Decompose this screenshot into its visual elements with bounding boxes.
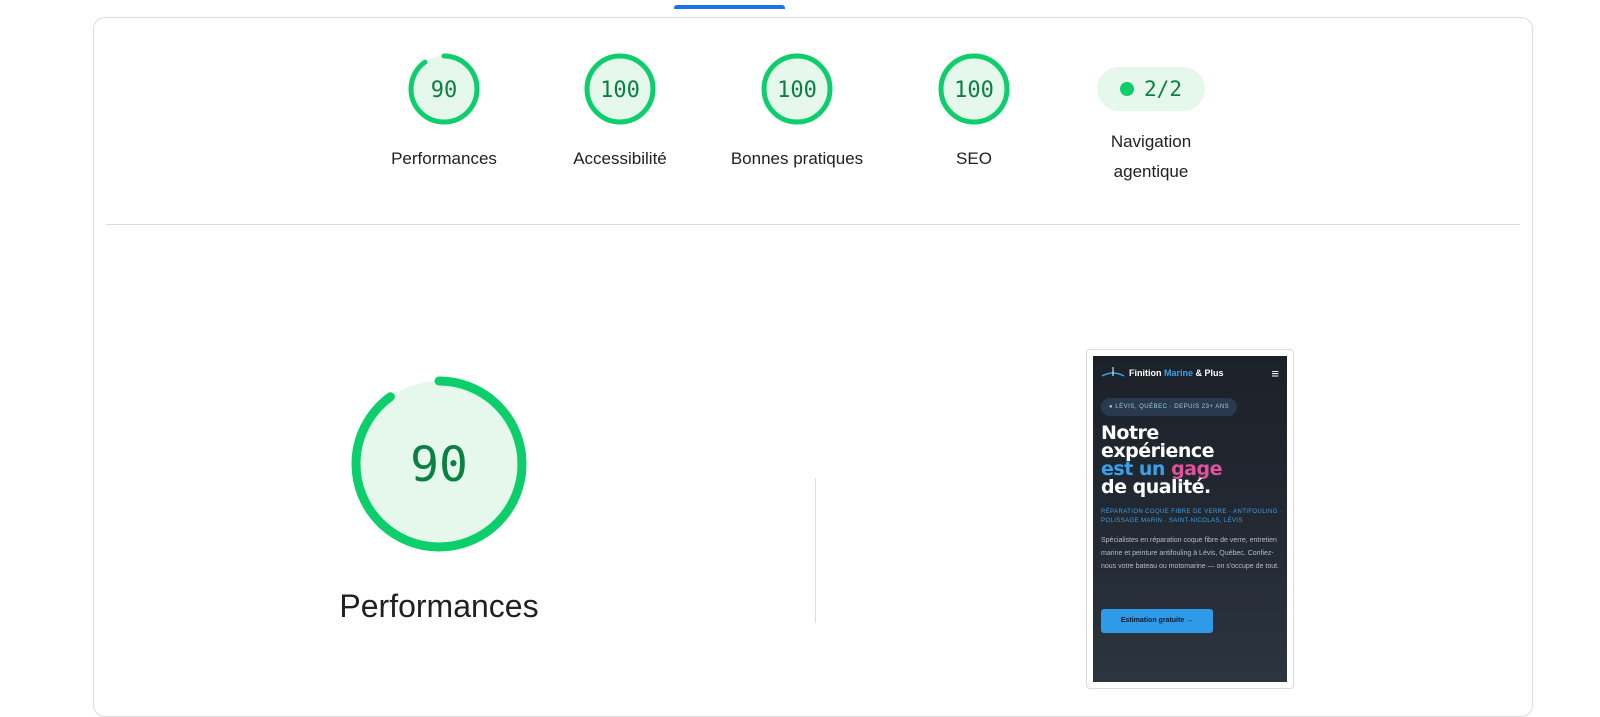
gauge-seo[interactable]: 100 SEO xyxy=(894,52,1054,174)
site-header: Finition Marine & Plus ≡ xyxy=(1093,356,1287,390)
score-gauges: 90 Performances 100 Accessibilité 100 Bo… xyxy=(94,18,1532,228)
gauge-value: 100 xyxy=(600,78,640,103)
gauge-ring-icon: 90 xyxy=(351,376,527,552)
gauge-performances[interactable]: 90 Performances xyxy=(364,52,524,174)
navigation-badge: 2/2 xyxy=(1097,67,1205,111)
active-tab-indicator xyxy=(674,5,785,9)
gauge-label: Navigation agentique xyxy=(1110,132,1192,181)
category-title: Performances xyxy=(339,588,539,624)
gauge-label: Bonnes pratiques xyxy=(730,149,864,168)
gauge-value: 90 xyxy=(410,437,468,493)
hero-services: RÉPARATION COQUE FIBRE DE VERRE · ANTIFO… xyxy=(1101,509,1283,524)
gauge-value: 100 xyxy=(954,78,994,103)
page-screenshot[interactable]: Finition Marine & Plus ≡ ● LÉVIS, QUÉBEC… xyxy=(1086,349,1294,689)
site-brand: Finition Marine & Plus xyxy=(1129,368,1224,378)
gauge-value: 90 xyxy=(431,78,458,103)
gauge-label: SEO xyxy=(956,149,992,168)
gauge-ring-icon: 100 xyxy=(584,53,656,125)
hero-heading: Notre expérience est un gage de qualité. xyxy=(1101,422,1222,498)
location-pill: ● LÉVIS, QUÉBEC · DEPUIS 23+ ANS xyxy=(1101,398,1238,416)
gauge-label: Accessibilité xyxy=(573,149,667,168)
gauge-navigation-agentique[interactable]: 2/2 Navigation agentique xyxy=(1071,52,1231,187)
navigation-score: 2/2 xyxy=(1144,77,1182,101)
gauge-accessibilite[interactable]: 100 Accessibilité xyxy=(540,52,700,174)
vertical-divider xyxy=(815,478,816,623)
pass-dot-icon xyxy=(1120,82,1135,96)
screenshot-viewport: Finition Marine & Plus ≡ ● LÉVIS, QUÉBEC… xyxy=(1093,356,1287,682)
gauge-value: 100 xyxy=(777,78,817,103)
gauge-ring-icon: 100 xyxy=(761,53,833,125)
boat-logo-icon xyxy=(1101,367,1125,377)
gauge-ring-icon: 100 xyxy=(938,53,1010,125)
estimate-button: Estimation gratuite → xyxy=(1101,609,1213,633)
gauge-ring-icon: 90 xyxy=(408,53,480,125)
gauge-bonnes-pratiques[interactable]: 100 Bonnes pratiques xyxy=(717,52,877,174)
gauge-label: Performances xyxy=(391,149,497,168)
hero-description: Spécialistes en réparation coque fibre d… xyxy=(1101,537,1280,570)
hamburger-icon: ≡ xyxy=(1271,365,1279,381)
section-divider xyxy=(106,224,1520,225)
performance-gauge-large: 90 xyxy=(349,374,529,559)
report-card: 90 Performances 100 Accessibilité 100 Bo… xyxy=(93,17,1533,717)
